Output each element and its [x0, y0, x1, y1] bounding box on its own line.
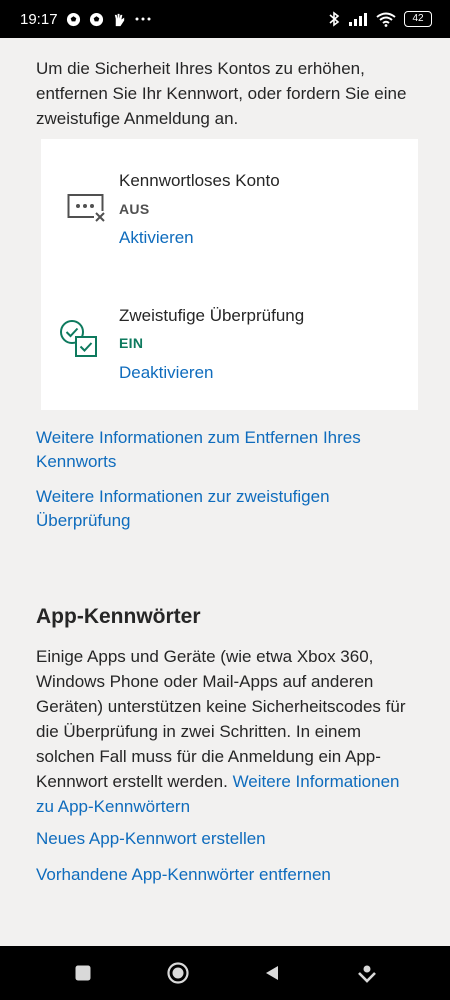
- remove-password-info-link[interactable]: Weitere Informationen zum Entfernen Ihre…: [36, 426, 416, 474]
- chevron-down-icon: [357, 965, 376, 983]
- status-bar-right: 42: [328, 11, 432, 27]
- remove-app-passwords-link[interactable]: Vorhandene App-Kennwörter entfernen: [36, 863, 416, 887]
- navigation-bar: [0, 946, 450, 1000]
- recents-button[interactable]: [65, 955, 101, 991]
- deactivate-link[interactable]: Deaktivieren: [119, 363, 214, 383]
- activate-link[interactable]: Aktivieren: [119, 228, 194, 248]
- two-step-info-link[interactable]: Weitere Informationen zur zweistufigen Ü…: [36, 485, 416, 533]
- method-status-off: AUS: [119, 201, 150, 217]
- security-methods-card: Kennwortloses Konto AUS Aktivieren Zweis…: [41, 139, 418, 410]
- hand-icon: [112, 12, 127, 27]
- app-passwords-heading: App-Kennwörter: [36, 605, 201, 628]
- app-passwords-description: Einige Apps und Geräte (wie etwa Xbox 36…: [36, 644, 416, 819]
- circle-icon: [167, 962, 189, 984]
- home-button[interactable]: [160, 955, 196, 991]
- wifi-icon: [376, 12, 396, 27]
- bluetooth-icon: [328, 11, 340, 27]
- security-intro-text: Um die Sicherheit Ihres Kontos zu erhöhe…: [36, 59, 407, 128]
- more-icon: [135, 16, 151, 22]
- soccer-ball-icon: [89, 12, 104, 27]
- battery-level: 42: [412, 13, 424, 24]
- clock: 19:17: [20, 10, 58, 28]
- method-title: Kennwortloses Konto: [119, 171, 280, 190]
- status-bar-left: 19:17: [20, 11, 151, 28]
- assistant-button[interactable]: [349, 955, 385, 991]
- method-title: Zweistufige Überprüfung: [119, 306, 305, 325]
- passwordless-icon: [67, 189, 107, 230]
- two-step-verification-icon: [59, 319, 99, 364]
- status-bar: 19:17 42: [0, 0, 450, 38]
- triangle-back-icon: [266, 966, 279, 980]
- soccer-ball-icon: [66, 12, 81, 27]
- create-app-password-link[interactable]: Neues App-Kennwort erstellen: [36, 827, 416, 851]
- app-passwords-body-text: Einige Apps und Geräte (wie etwa Xbox 36…: [36, 647, 406, 791]
- battery-icon: 42: [404, 11, 432, 27]
- square-icon: [75, 965, 91, 981]
- signal-icon: [348, 12, 368, 26]
- method-status-on: EIN: [119, 335, 144, 351]
- back-button[interactable]: [254, 955, 290, 991]
